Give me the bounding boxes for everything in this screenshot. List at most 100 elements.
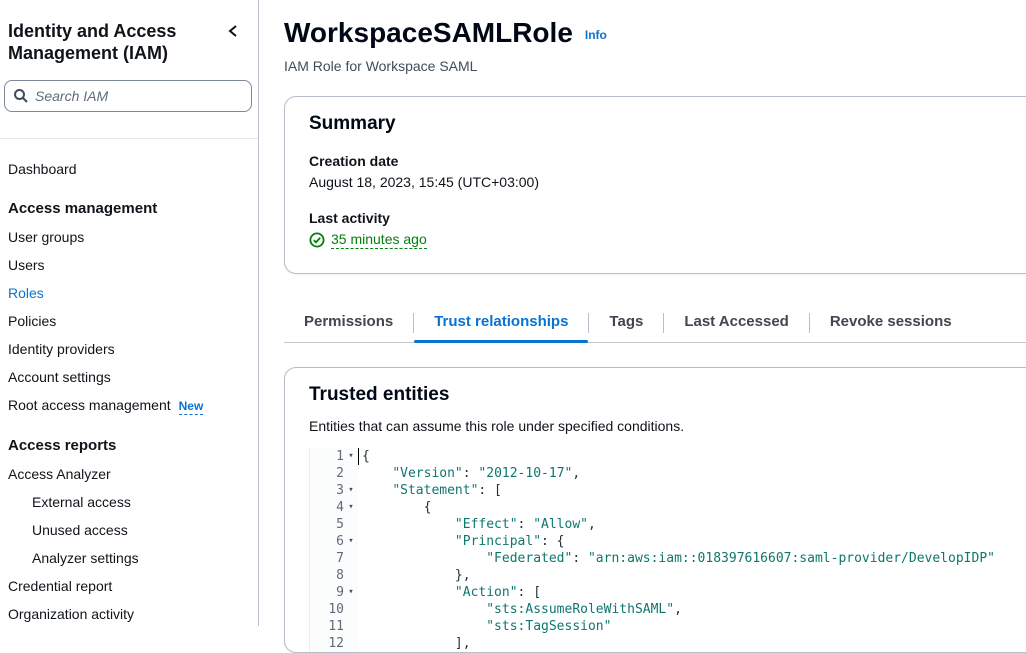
line-number[interactable]: 7 (310, 550, 358, 567)
collapse-sidebar-button[interactable] (226, 23, 240, 44)
code-text: "Action": [ (358, 584, 541, 601)
fold-caret-icon[interactable]: ▾ (344, 584, 358, 601)
sidebar-item-label: Identity providers (8, 341, 115, 357)
sidebar-item-label: Access management (8, 200, 157, 217)
sidebar-nav: Dashboard Access management User groups Use… (0, 139, 258, 628)
code-editor[interactable]: 1▾{2 "Version": "2012-10-17",3▾ "Stateme… (309, 448, 1026, 652)
iam-sidebar: Identity and Access Management (IAM) Das… (0, 0, 259, 626)
code-line: 1▾{ (310, 448, 1026, 465)
line-number[interactable]: 9▾ (310, 584, 358, 601)
sidebar-item-label: Credential report (8, 578, 112, 594)
code-line: 9▾ "Action": [ (310, 584, 1026, 601)
tab-permissions[interactable]: Permissions (284, 304, 413, 342)
creation-date-label: Creation date (309, 153, 1026, 169)
sidebar-item-organization-activity[interactable]: Organization activity (0, 600, 258, 628)
line-number[interactable]: 11 (310, 618, 358, 635)
last-activity-value[interactable]: 35 minutes ago (331, 231, 427, 249)
line-number[interactable]: 5 (310, 516, 358, 533)
line-number[interactable]: 12 (310, 635, 358, 652)
search-input[interactable] (4, 80, 252, 112)
summary-heading: Summary (309, 113, 1026, 135)
line-number[interactable]: 4▾ (310, 499, 358, 516)
tab-revoke-sessions[interactable]: Revoke sessions (810, 304, 972, 342)
page-title: WorkspaceSAMLRole (284, 16, 573, 50)
sidebar-item-roles[interactable]: Roles (0, 279, 258, 307)
code-text: "Principal": { (358, 533, 565, 550)
summary-card: Summary Creation date August 18, 2023, 1… (284, 96, 1026, 274)
code-text: { (358, 499, 431, 516)
sidebar-item-label: Analyzer settings (32, 550, 139, 566)
code-line: 3▾ "Statement": [ (310, 482, 1026, 499)
sidebar-item-policies[interactable]: Policies (0, 307, 258, 335)
code-line: 11 "sts:TagSession" (310, 618, 1026, 635)
code-text: "Effect": "Allow", (358, 516, 596, 533)
sidebar-item-users[interactable]: Users (0, 251, 258, 279)
fold-caret-icon[interactable]: ▾ (344, 448, 358, 465)
sidebar-item-label: Organization activity (8, 606, 134, 622)
sidebar-search (4, 80, 252, 112)
sidebar-item-label: Roles (8, 285, 44, 301)
line-number[interactable]: 10 (310, 601, 358, 618)
sidebar-header: Identity and Access Management (IAM) (0, 20, 258, 64)
sidebar-item-label: Unused access (32, 522, 128, 538)
code-text: "Federated": "arn:aws:iam::018397616607:… (358, 550, 995, 567)
sidebar-item-identity-providers[interactable]: Identity providers (0, 335, 258, 363)
tab-tags[interactable]: Tags (589, 304, 663, 342)
line-number[interactable]: 2 (310, 465, 358, 482)
code-line: 2 "Version": "2012-10-17", (310, 465, 1026, 482)
fold-caret-icon[interactable]: ▾ (344, 499, 358, 516)
sidebar-item-label: User groups (8, 229, 84, 245)
trusted-entities-description: Entities that can assume this role under… (309, 418, 1026, 434)
code-text: "sts:TagSession" (358, 618, 611, 635)
line-number[interactable]: 3▾ (310, 482, 358, 499)
code-text: "Version": "2012-10-17", (358, 465, 580, 482)
code-text: "sts:AssumeRoleWithSAML", (358, 601, 682, 618)
check-circle-icon (309, 232, 325, 248)
line-number[interactable]: 1▾ (310, 448, 358, 465)
code-text: }, (358, 567, 471, 584)
sidebar-item-user-groups[interactable]: User groups (0, 223, 258, 251)
sidebar-section-access-management: Access management (0, 195, 258, 223)
fold-caret-icon[interactable]: ▾ (344, 482, 358, 499)
line-number[interactable]: 8 (310, 567, 358, 584)
main-content: WorkspaceSAMLRole Info IAM Role for Work… (260, 0, 1026, 626)
code-line: 12 ], (310, 635, 1026, 652)
sidebar-item-label: Dashboard (8, 161, 77, 177)
sidebar-item-label: External access (32, 494, 131, 510)
sidebar-item-label: Root access management (8, 397, 171, 413)
code-line: 5 "Effect": "Allow", (310, 516, 1026, 533)
fold-caret-icon[interactable]: ▾ (344, 533, 358, 550)
page-subtitle: IAM Role for Workspace SAML (284, 58, 1026, 74)
last-activity-label: Last activity (309, 210, 1026, 226)
sidebar-item-access-analyzer[interactable]: Access Analyzer (0, 460, 258, 488)
tab-last-accessed[interactable]: Last Accessed (664, 304, 809, 342)
last-activity-field: Last activity 35 minutes ago (309, 210, 1026, 249)
creation-date-value: August 18, 2023, 15:45 (UTC+03:00) (309, 174, 1026, 190)
page-header: WorkspaceSAMLRole Info (284, 16, 1026, 50)
sidebar-item-analyzer-settings[interactable]: Analyzer settings (0, 544, 258, 572)
new-badge: New (179, 399, 204, 415)
code-line: 10 "sts:AssumeRoleWithSAML", (310, 601, 1026, 618)
sidebar-item-unused-access[interactable]: Unused access (0, 516, 258, 544)
code-line: 7 "Federated": "arn:aws:iam::01839761660… (310, 550, 1026, 567)
sidebar-item-root-access-management[interactable]: Root access management New (0, 391, 258, 420)
sidebar-section-access-reports: Access reports (0, 432, 258, 460)
code-text: ], (358, 635, 471, 652)
sidebar-item-credential-report[interactable]: Credential report (0, 572, 258, 600)
sidebar-item-label: Access Analyzer (8, 466, 111, 482)
sidebar-item-label: Users (8, 257, 45, 273)
code-line: 8 }, (310, 567, 1026, 584)
line-number[interactable]: 6▾ (310, 533, 358, 550)
sidebar-item-external-access[interactable]: External access (0, 488, 258, 516)
sidebar-item-label: Account settings (8, 369, 111, 385)
sidebar-title: Identity and Access Management (IAM) (8, 20, 208, 64)
tab-trust-relationships[interactable]: Trust relationships (414, 304, 588, 342)
sidebar-item-dashboard[interactable]: Dashboard (0, 155, 258, 183)
info-link[interactable]: Info (585, 28, 607, 42)
code-line: 6▾ "Principal": { (310, 533, 1026, 550)
sidebar-item-label: Access reports (8, 437, 116, 454)
chevron-left-icon (226, 23, 240, 39)
code-text: { (358, 448, 370, 465)
tab-bar: PermissionsTrust relationshipsTagsLast A… (284, 304, 1026, 343)
sidebar-item-account-settings[interactable]: Account settings (0, 363, 258, 391)
